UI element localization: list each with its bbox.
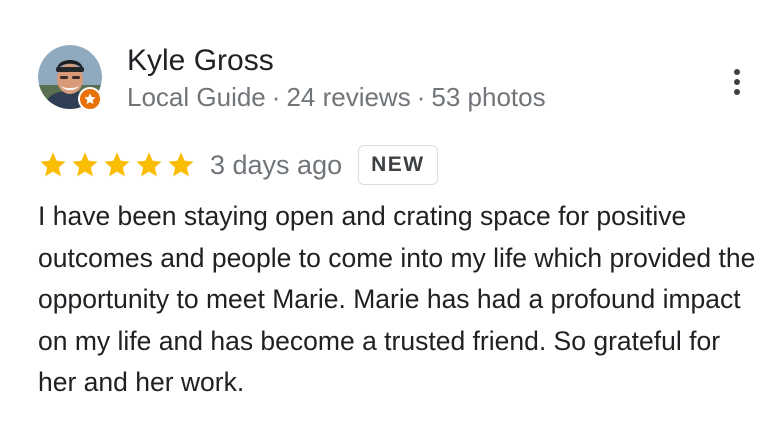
meta-separator: · <box>416 82 426 112</box>
star-icon <box>104 152 130 177</box>
new-badge: NEW <box>358 145 438 185</box>
local-guide-star-icon <box>78 87 102 111</box>
rating-row: 3 days ago NEW <box>38 144 438 186</box>
star-icon <box>168 152 194 177</box>
reviewer-avatar[interactable] <box>38 45 104 111</box>
star-rating <box>38 150 196 180</box>
review-text: I have been staying open and crating spa… <box>38 201 756 397</box>
review-count: 24 reviews <box>286 82 411 112</box>
review-date: 3 days ago <box>210 149 343 180</box>
reviewer-name[interactable]: Kyle Gross <box>127 43 274 79</box>
star-icon <box>40 152 66 177</box>
local-guide-label: Local Guide <box>127 82 266 112</box>
star-icon <box>72 152 98 177</box>
meta-separator: · <box>271 82 281 112</box>
reviewer-header: Kyle Gross Local Guide · 24 reviews · 53 pho… <box>38 42 758 114</box>
reviewer-meta[interactable]: Local Guide · 24 reviews · 53 photos <box>127 80 546 114</box>
review-card: Kyle Gross Local Guide · 24 reviews · 53 pho… <box>0 0 784 425</box>
star-icon <box>136 152 162 177</box>
vertical-ellipsis-icon <box>734 69 740 95</box>
more-options-button[interactable] <box>722 64 752 100</box>
photo-count: 53 photos <box>431 82 546 112</box>
